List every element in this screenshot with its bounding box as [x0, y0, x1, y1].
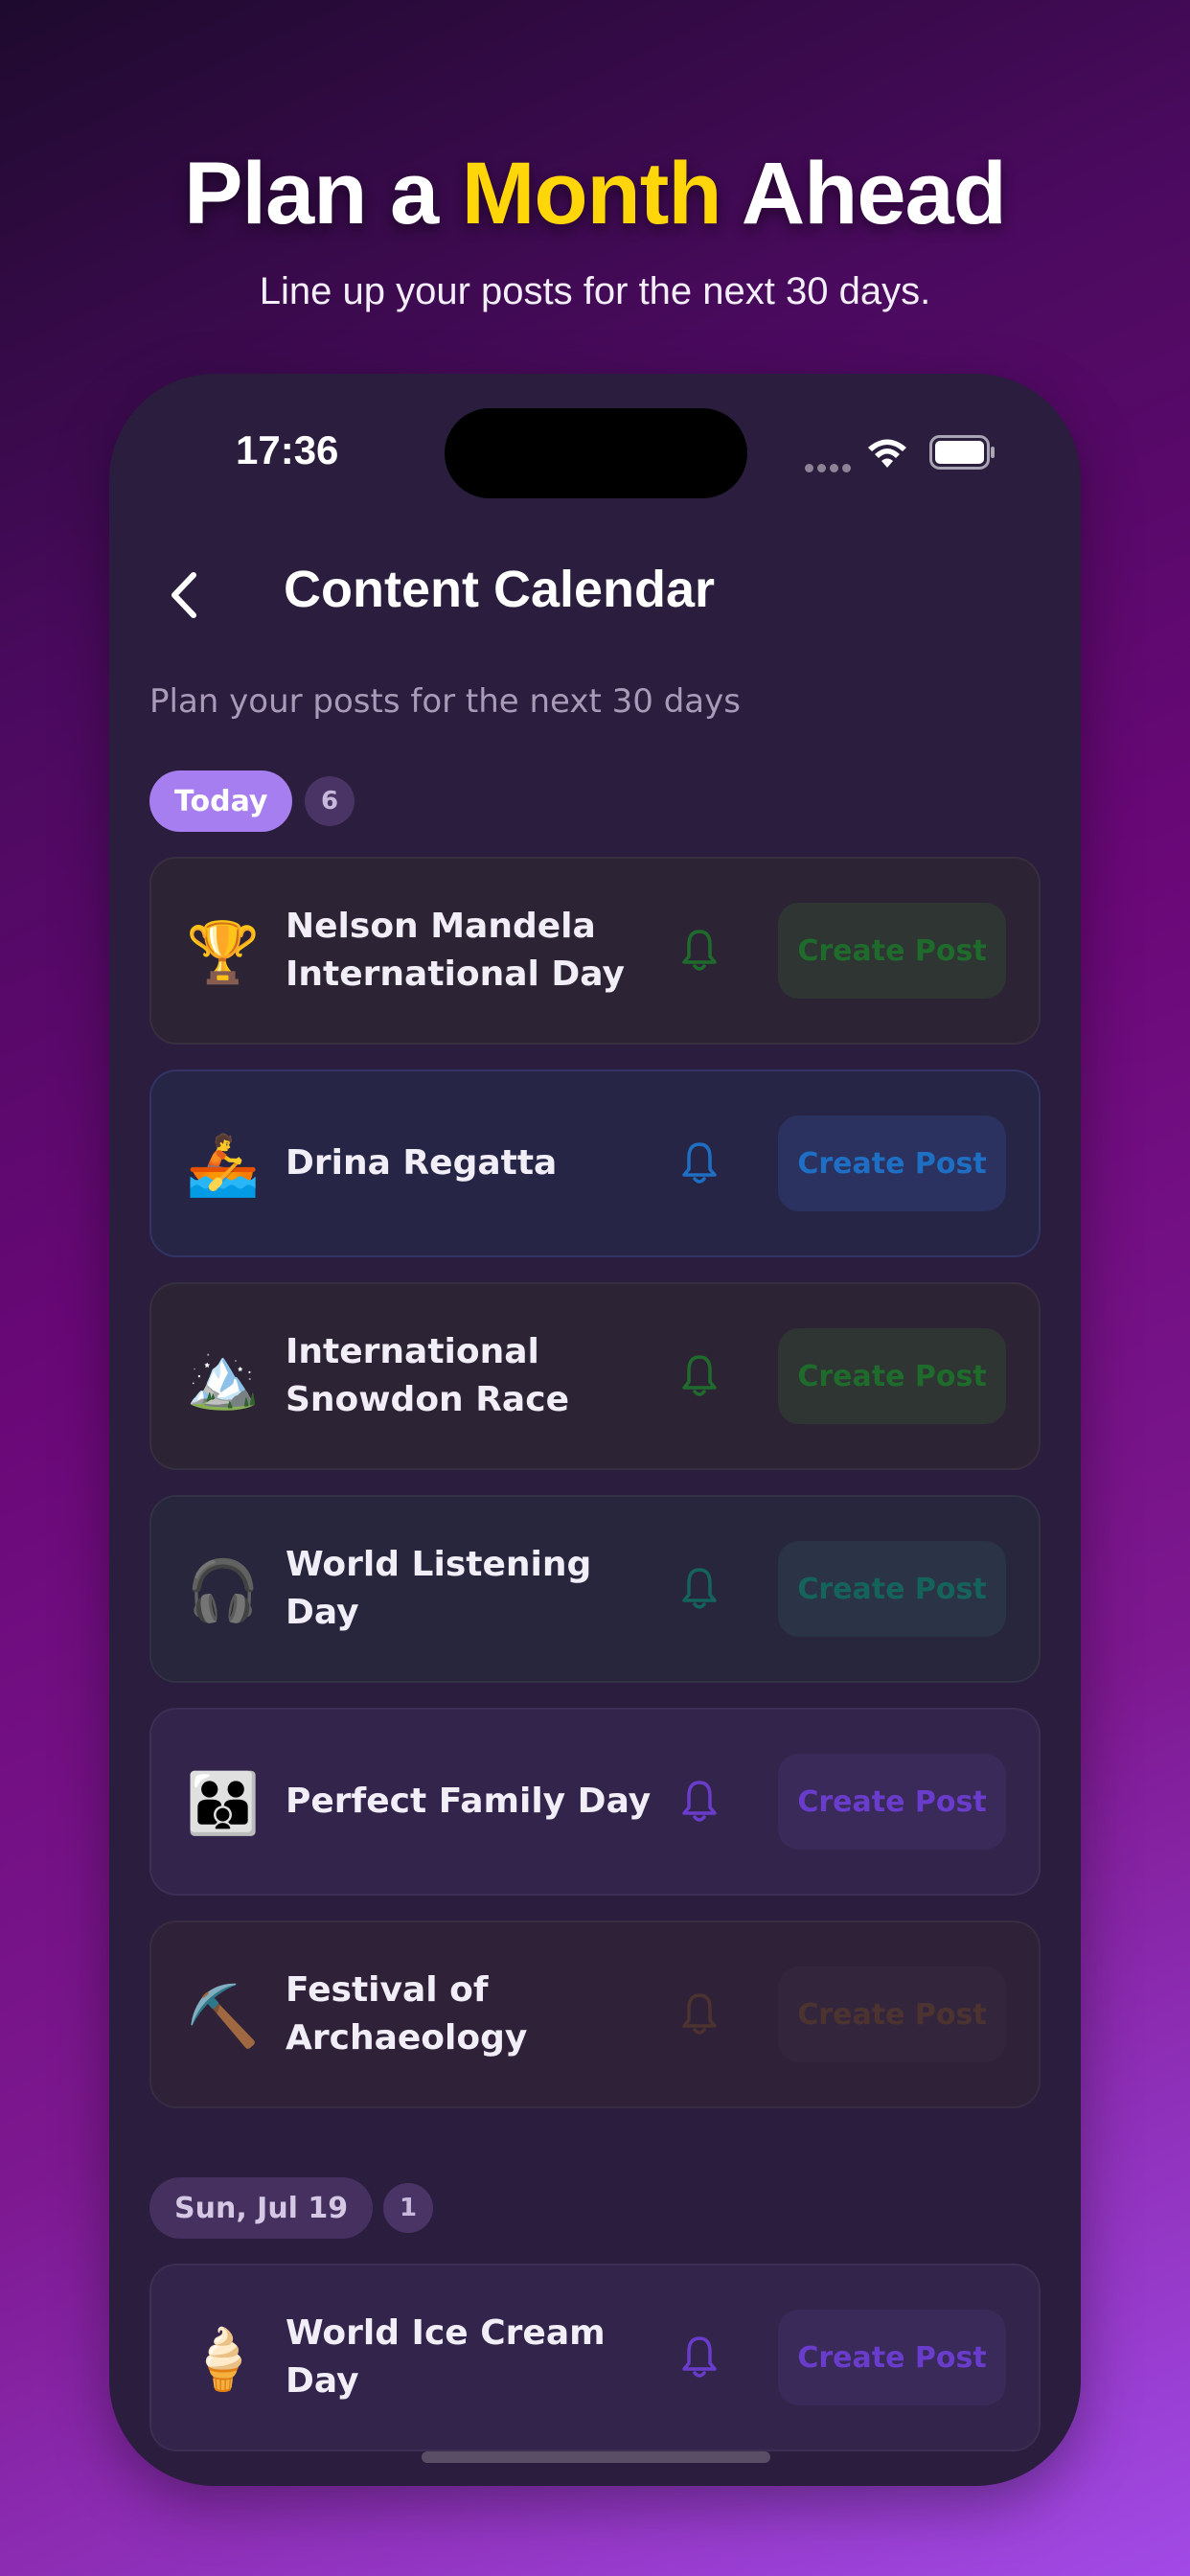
event-emoji: 🚣 [186, 1130, 261, 1200]
headline-accent: Month [461, 145, 722, 242]
event-card[interactable]: 🏔️ International Snowdon Race Create Pos… [149, 1282, 1041, 1470]
promo-headline: Plan a Month Ahead [0, 144, 1190, 244]
back-chevron-icon[interactable] [157, 562, 215, 629]
section-count-badge: 1 [383, 2183, 433, 2233]
create-post-button[interactable]: Create Post [778, 1966, 1006, 2062]
event-title: Nelson Mandela International Day [286, 907, 625, 994]
promo-subhead: Line up your posts for the next 30 days. [259, 270, 931, 312]
headline-post: Ahead [721, 145, 1007, 242]
event-emoji: 🍦 [186, 2324, 261, 2394]
cellular-signal-icon [805, 458, 855, 476]
bell-icon[interactable] [680, 1779, 719, 1825]
event-title: Festival of Archaeology [286, 1970, 528, 2058]
bell-icon[interactable] [680, 1353, 719, 1399]
event-title: World Listening Day [286, 1545, 592, 1632]
wifi-icon [868, 439, 906, 468]
create-post-button[interactable]: Create Post [778, 1116, 1006, 1211]
event-emoji: 🎧 [186, 1555, 261, 1625]
page-subtitle: Plan your posts for the next 30 days [149, 682, 741, 721]
event-card[interactable]: 🎧 World Listening Day Create Post [149, 1495, 1041, 1683]
event-title: Drina Regatta [286, 1143, 558, 1183]
section-pill-date: Sun, Jul 19 [149, 2177, 374, 2239]
create-post-button[interactable]: Create Post [778, 1541, 1006, 1637]
bell-icon[interactable] [680, 928, 719, 974]
bell-icon[interactable] [680, 1140, 719, 1186]
create-post-button[interactable]: Create Post [778, 903, 1006, 999]
phone-screen: 17:36 Content Calendar Plan your posts f… [109, 374, 1081, 2486]
status-time: 17:36 [236, 427, 339, 472]
bell-icon[interactable] [680, 1566, 719, 1612]
event-title: World Ice Cream Day [286, 2313, 606, 2401]
event-emoji: ⛏️ [186, 1981, 261, 2051]
event-card[interactable]: ⛏️ Festival of Archaeology Create Post [149, 1920, 1041, 2108]
event-card[interactable]: 🚣 Drina Regatta Create Post [149, 1070, 1041, 1257]
create-post-button[interactable]: Create Post [778, 2310, 1006, 2405]
event-emoji: 🏆 [186, 917, 261, 987]
event-card[interactable]: 👪 Perfect Family Day Create Post [149, 1708, 1041, 1896]
event-card[interactable]: 🍦 World Ice Cream Day Create Post [149, 2264, 1041, 2451]
event-card[interactable]: 🏆 Nelson Mandela International Day Creat… [149, 857, 1041, 1045]
bell-icon[interactable] [680, 1991, 719, 2037]
page-title: Content Calendar [284, 561, 716, 618]
event-emoji: 🏔️ [186, 1343, 261, 1413]
event-title: International Snowdon Race [286, 1332, 569, 1419]
create-post-button[interactable]: Create Post [778, 1328, 1006, 1424]
section-count-badge: 6 [305, 776, 355, 826]
bell-icon[interactable] [680, 2334, 719, 2380]
home-indicator[interactable] [422, 2451, 770, 2463]
event-title: Perfect Family Day [286, 1782, 652, 1821]
dynamic-island [445, 408, 747, 498]
section-pill-today: Today [149, 770, 293, 832]
headline-pre: Plan a [184, 145, 462, 242]
battery-icon [929, 435, 995, 470]
create-post-button[interactable]: Create Post [778, 1754, 1006, 1850]
event-emoji: 👪 [186, 1768, 261, 1838]
